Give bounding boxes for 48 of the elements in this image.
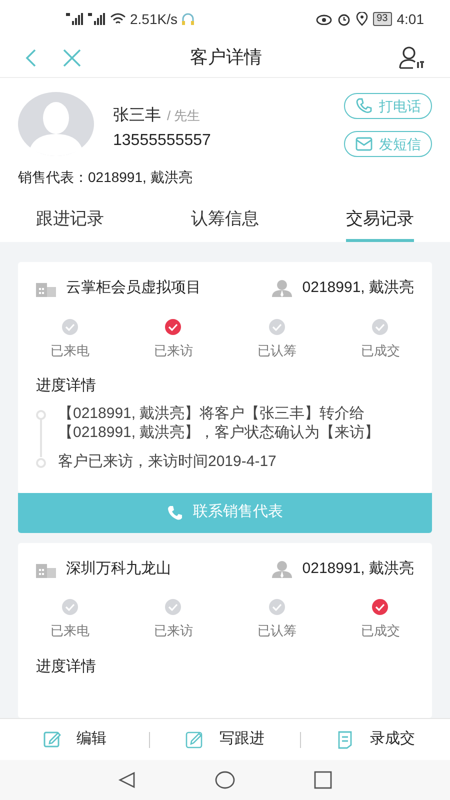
progress-entry: 【0218991, 戴洪亮】将客户【张三丰】转介给【0218991, 戴洪亮】，客户状态确认为【来访】 xyxy=(58,404,381,442)
tab[interactable]: 认筹信息 xyxy=(191,198,259,242)
person-icon xyxy=(272,279,292,298)
toolbar-button[interactable]: 写跟进 xyxy=(150,728,300,751)
location-pin-icon xyxy=(356,12,368,26)
step-label: 已成交 xyxy=(360,622,400,640)
step-label: 已来电 xyxy=(50,342,90,360)
project-name: 云掌柜会员虚拟项目 xyxy=(66,278,201,298)
customer-name: 张三丰 xyxy=(113,106,161,126)
network-speed: 2.51K/s xyxy=(130,10,178,28)
pencil-icon xyxy=(185,730,204,750)
recents-nav-icon[interactable] xyxy=(313,770,333,790)
phone-icon xyxy=(355,97,373,115)
agent-name: 0218991, 戴洪亮 xyxy=(302,278,414,298)
step-label: 已来电 xyxy=(50,622,90,640)
signal-icon xyxy=(66,13,84,25)
wifi-icon xyxy=(110,13,126,25)
progress-title: 进度详情 xyxy=(35,656,97,676)
step-label: 已认筹 xyxy=(257,342,296,360)
envelope-icon xyxy=(355,135,373,153)
customer-title: / 先生 xyxy=(167,107,200,125)
signal-icon xyxy=(88,13,106,25)
edit-icon xyxy=(42,730,61,750)
agent-name: 0218991, 戴洪亮 xyxy=(302,558,414,578)
user-settings-icon[interactable] xyxy=(398,46,426,70)
toolbar-button[interactable]: 录成交 xyxy=(300,728,450,751)
project-name: 深圳万科九龙山 xyxy=(66,558,171,578)
progress-entry: 客户已来访，来访时间2019-4-17 xyxy=(58,452,278,470)
tab[interactable]: 跟进记录 xyxy=(36,198,104,242)
phone-icon xyxy=(167,504,183,520)
progress-title: 进度详情 xyxy=(35,376,97,396)
document-icon xyxy=(336,730,354,750)
step-label: 已来访 xyxy=(154,622,193,640)
toolbar-button[interactable]: 编辑 xyxy=(0,728,150,751)
home-nav-icon[interactable] xyxy=(215,770,235,790)
step-label: 已认筹 xyxy=(257,622,296,640)
battery-level: 93 xyxy=(372,12,392,26)
eye-icon xyxy=(316,13,332,25)
page-title: 客户详情 xyxy=(189,46,263,69)
headset-icon xyxy=(181,12,196,26)
step-label: 已成交 xyxy=(360,342,400,360)
person-icon xyxy=(272,560,292,578)
alarm-clock-icon xyxy=(336,12,351,26)
customer-phone: 13555555557 xyxy=(113,131,212,151)
clock-time: 4:01 xyxy=(396,10,424,28)
sales-rep-label: 销售代表：0218991, 戴洪亮 xyxy=(17,168,194,187)
step-label: 已来访 xyxy=(154,342,193,360)
back-nav-icon[interactable] xyxy=(117,770,137,790)
